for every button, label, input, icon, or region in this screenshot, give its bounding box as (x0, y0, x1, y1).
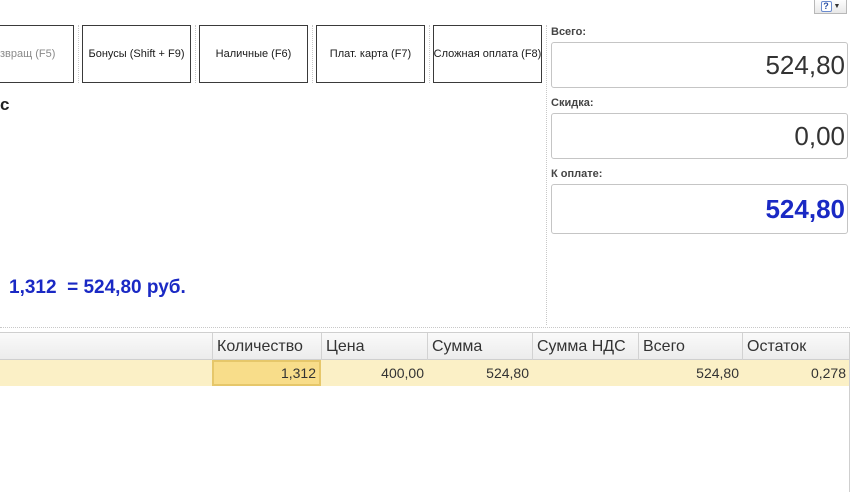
discount-value: 0,00 (794, 120, 845, 151)
column-header-total[interactable]: Всего (638, 333, 742, 360)
topay-field: 524,80 (551, 184, 848, 234)
cell-price[interactable]: 400,00 (321, 360, 427, 386)
bonus-button-label: Бонусы (Shift + F9) (88, 48, 185, 60)
table-header: Количество Цена Сумма Сумма НДС Всего Ос… (0, 332, 850, 360)
help-button[interactable]: ? ▼ (814, 0, 847, 14)
card-button[interactable]: Плат. карта (F7) (316, 25, 425, 83)
cash-button[interactable]: Наличные (F6) (199, 25, 308, 83)
complex-payment-button-label: Сложная оплата (F8) (433, 48, 542, 60)
table-right-border (849, 332, 850, 492)
cash-button-label: Наличные (F6) (215, 48, 292, 60)
card-button-label: Плат. карта (F7) (329, 48, 412, 60)
total-field: 524,80 (551, 42, 848, 88)
question-icon: ? (820, 1, 832, 12)
separator (195, 25, 196, 83)
discount-field: 0,00 (551, 113, 848, 159)
table-row[interactable]: 1,312 400,00 524,80 524,80 0,278 (0, 360, 850, 386)
total-label: Всего: (551, 26, 586, 38)
separator (429, 25, 430, 83)
column-header-sum[interactable]: Сумма (427, 333, 532, 360)
cell-sum[interactable]: 524,80 (427, 360, 532, 386)
return-button-label: звращ (F5) (0, 48, 56, 60)
separator (312, 25, 313, 83)
cell-quantity[interactable]: 1,312 (212, 360, 321, 386)
items-table[interactable]: Количество Цена Сумма Сумма НДС Всего Ос… (0, 332, 850, 492)
separator (78, 25, 79, 83)
column-header-quantity[interactable]: Количество (212, 333, 321, 360)
topay-label: К оплате: (551, 168, 603, 180)
topay-value: 524,80 (765, 193, 845, 224)
complex-payment-button[interactable]: Сложная оплата (F8) (433, 25, 542, 83)
discount-label: Скидка: (551, 97, 594, 109)
cell-vat-sum[interactable] (532, 360, 638, 386)
cell-total[interactable]: 524,80 (638, 360, 742, 386)
bonus-button[interactable]: Бонусы (Shift + F9) (82, 25, 191, 83)
section-divider (0, 327, 850, 328)
receipt-title: с (0, 95, 10, 114)
return-button[interactable]: звращ (F5) (0, 25, 74, 83)
column-header-vat-sum[interactable]: Сумма НДС (532, 333, 638, 360)
cell-stock[interactable]: 0,278 (742, 360, 849, 386)
panel-divider (546, 25, 547, 325)
dropdown-arrow-icon: ▼ (833, 3, 841, 10)
total-value: 524,80 (765, 49, 845, 80)
column-header-price[interactable]: Цена (321, 333, 427, 360)
calculation-line: 1,312 = 524,80 руб. (9, 277, 186, 298)
column-header-stock[interactable]: Остаток (742, 333, 850, 360)
